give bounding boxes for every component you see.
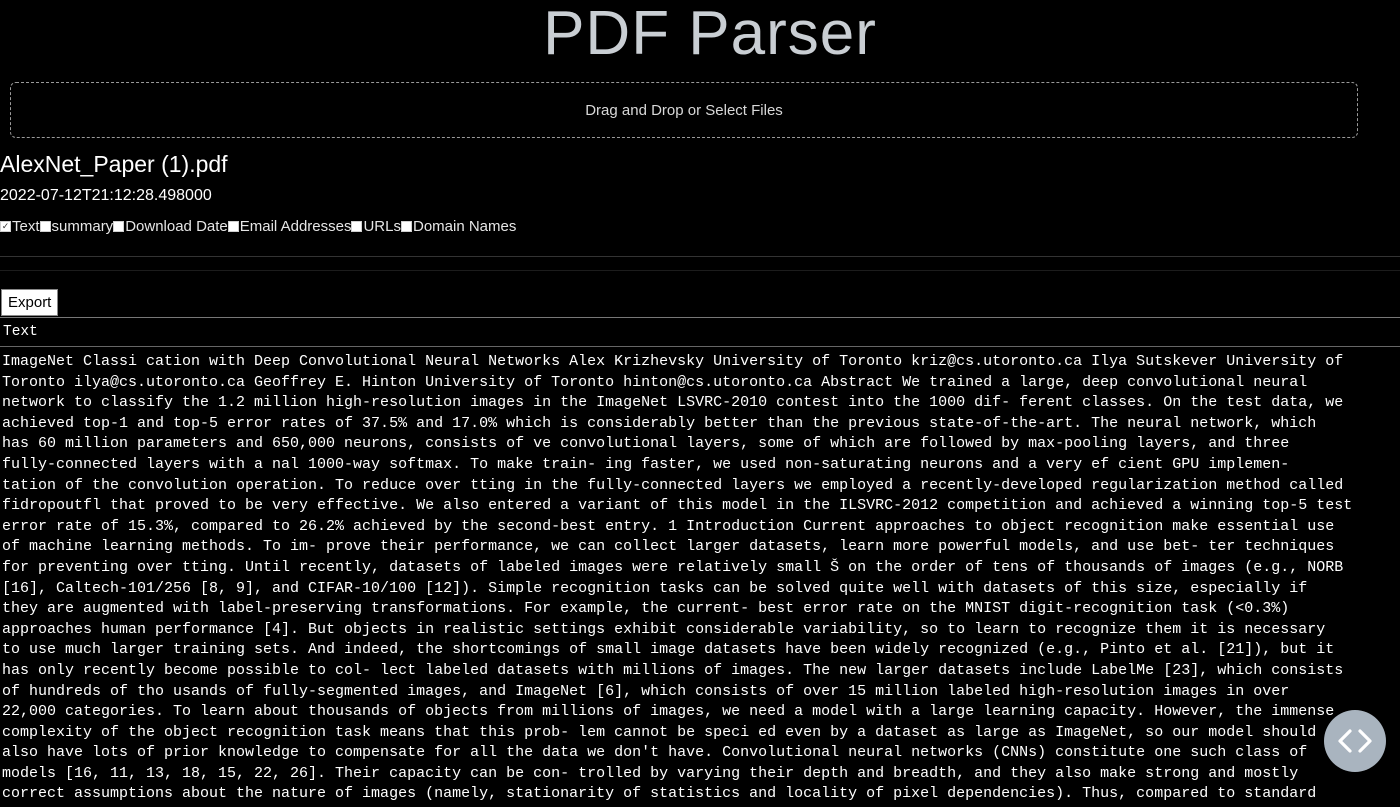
checkbox-download-date[interactable] bbox=[113, 221, 125, 232]
text-line: network to classify the 1.2 million high… bbox=[2, 394, 1344, 412]
text-line: models [16, 11, 13, 18, 15, 22, 26]. The… bbox=[2, 764, 1299, 782]
text-line: achieved top-1 and top-5 error rates of … bbox=[2, 414, 1317, 432]
option-domain-names[interactable]: Domain Names bbox=[400, 218, 517, 235]
options-checklist: ✓ Text summary Download Date Email Addre… bbox=[0, 218, 516, 235]
divider bbox=[0, 270, 1400, 271]
code-view-button[interactable] bbox=[1324, 710, 1386, 772]
text-line: [16], Caltech-101/256 [8, 9], and CIFAR-… bbox=[2, 579, 1308, 597]
text-line: of machine learning methods. To im- prov… bbox=[2, 538, 1335, 556]
text-line: Toronto ilya@cs.utoronto.ca Geoffrey E. … bbox=[2, 373, 1308, 391]
text-line: complexity of the object recognition tas… bbox=[2, 723, 1317, 741]
text-line: to use much larger training sets. And in… bbox=[2, 641, 1335, 659]
text-line: they are augmented with label-preserving… bbox=[2, 600, 1290, 618]
option-email-addresses[interactable]: Email Addresses bbox=[227, 218, 352, 235]
checkbox-domain-names[interactable] bbox=[400, 221, 412, 232]
dropzone-label: Drag and Drop or Select Files bbox=[585, 101, 783, 119]
option-text[interactable]: ✓ Text bbox=[0, 218, 40, 235]
text-line: 22,000 categories. To learn about thousa… bbox=[2, 703, 1335, 721]
option-summary[interactable]: summary bbox=[39, 218, 114, 235]
text-cell: ImageNet Classi cation with Deep Convolu… bbox=[0, 347, 1400, 805]
text-line: approaches human performance [4]. But ob… bbox=[2, 620, 1326, 638]
option-label: Download Date bbox=[125, 218, 228, 235]
checkbox-summary[interactable] bbox=[39, 221, 51, 232]
text-line: has 60 million parameters and 650,000 ne… bbox=[2, 435, 1290, 453]
text-line: fidropoutfl that proved to be very effec… bbox=[2, 497, 1353, 515]
text-line: fully-connected layers with a nal 1000-w… bbox=[2, 455, 1290, 473]
option-label: summary bbox=[51, 218, 114, 235]
option-label: URLs bbox=[363, 218, 401, 235]
checkbox-text[interactable]: ✓ bbox=[0, 221, 11, 232]
text-line: has only recently become possible to col… bbox=[2, 661, 1344, 679]
app-title: PDF Parser bbox=[543, 0, 877, 68]
text-line: also have lots of prior knowledge to com… bbox=[2, 744, 1308, 762]
file-dropzone[interactable]: Drag and Drop or Select Files bbox=[10, 82, 1358, 138]
checkbox-urls[interactable] bbox=[351, 221, 363, 232]
text-line: error rate of 15.3%, compared to 26.2% a… bbox=[2, 517, 1335, 535]
code-brackets-icon bbox=[1338, 729, 1372, 753]
column-header-text: Text bbox=[0, 318, 1400, 347]
option-label: Domain Names bbox=[412, 218, 517, 235]
checkbox-email-addresses[interactable] bbox=[227, 221, 239, 232]
text-line: correct assumptions about the nature of … bbox=[2, 785, 1317, 803]
text-table: Text ImageNet Classi cation with Deep Co… bbox=[0, 317, 1400, 805]
option-label: Email Addresses bbox=[239, 218, 352, 235]
text-line: of hundreds of tho usands of fully-segme… bbox=[2, 682, 1290, 700]
text-line: ImageNet Classi cation with Deep Convolu… bbox=[2, 353, 1344, 370]
option-urls[interactable]: URLs bbox=[351, 218, 401, 235]
export-button[interactable]: Export bbox=[1, 289, 59, 316]
option-download-date[interactable]: Download Date bbox=[113, 218, 228, 235]
option-label: Text bbox=[12, 218, 40, 235]
text-line: for preventing over tting. Until recentl… bbox=[2, 558, 1344, 576]
file-date: 2022-07-12T21:12:28.498000 bbox=[0, 187, 212, 204]
text-line: tation of the convolution operation. To … bbox=[2, 476, 1344, 494]
file-name: AlexNet_Paper (1).pdf bbox=[0, 151, 228, 177]
divider bbox=[0, 256, 1400, 257]
